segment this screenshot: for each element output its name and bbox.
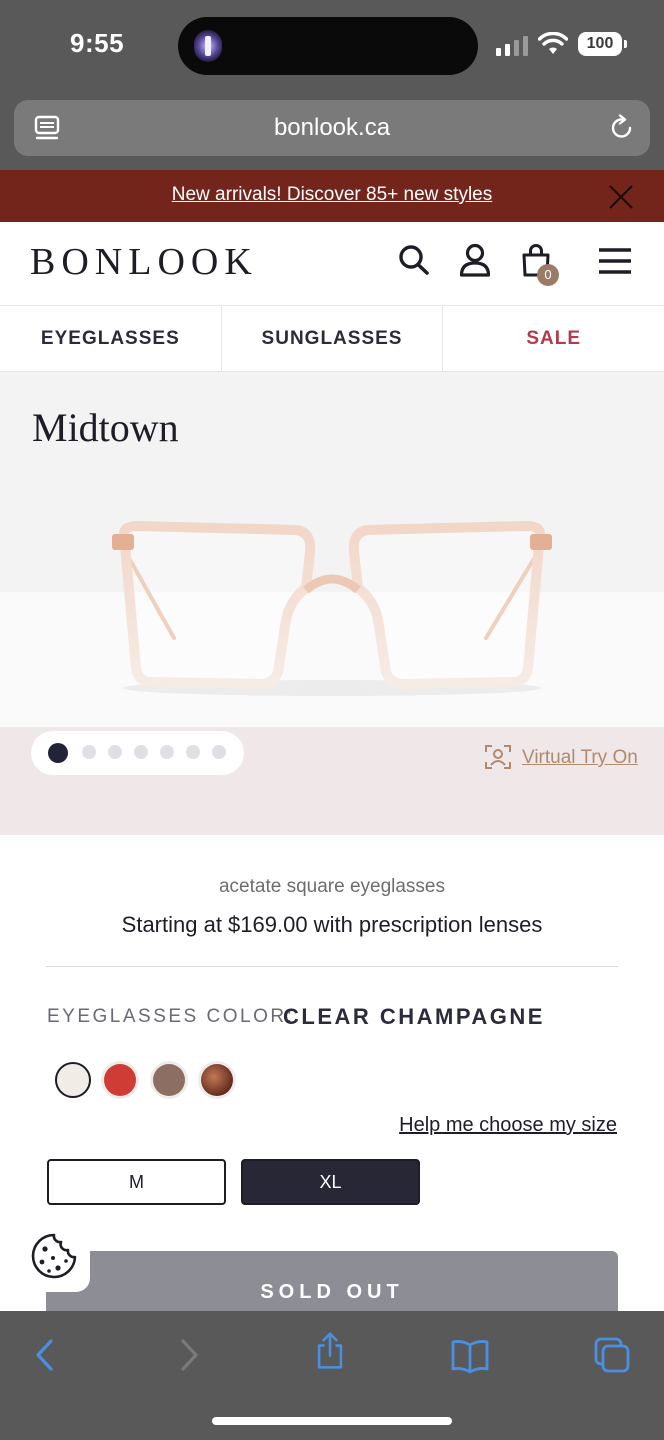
site-header: BONLOOK [0,222,664,306]
forward-icon[interactable] [168,1335,208,1375]
cart-count-badge: 0 [537,264,559,286]
divider [46,966,618,967]
promo-link[interactable]: New arrivals! Discover 85+ new styles [0,184,664,206]
face-scan-icon[interactable] [484,743,512,771]
swatch-red[interactable] [104,1064,136,1096]
product-hero: Midtown [0,372,664,727]
wifi-icon [538,32,568,54]
color-value: CLEAR CHAMPAGNE [283,1004,545,1029]
product-subtitle: acetate square eyeglasses [218,876,446,897]
brand-logo[interactable]: BONLOOK [30,240,258,284]
swatch-clear-champagne[interactable] [55,1062,91,1098]
category-nav: EYEGLASSES SUNGLASSES SALE [0,306,664,372]
carousel-dot[interactable] [48,743,68,763]
back-icon[interactable] [26,1335,66,1375]
dynamic-island [178,17,478,75]
status-bar: 9:55 100 [0,0,664,96]
cellular-signal-icon [496,34,528,56]
flashlight-icon [194,30,222,62]
url-text[interactable]: bonlook.ca [14,114,650,142]
carousel-bar: Virtual Try On [0,727,664,835]
swatch-taupe[interactable] [153,1064,185,1096]
carousel-dot[interactable] [160,745,174,759]
virtual-try-on-link[interactable]: Virtual Try On [522,747,638,769]
bookmarks-icon[interactable] [450,1335,490,1375]
carousel-dot[interactable] [212,745,226,759]
size-button-xl[interactable]: XL [241,1159,420,1205]
carousel-dot[interactable] [82,745,96,759]
carousel-dot[interactable] [134,745,148,759]
color-label: EYEGLASSES COLOR: [47,1006,295,1027]
swatch-tortoise[interactable] [201,1064,233,1096]
home-indicator [212,1417,452,1425]
search-icon[interactable] [396,242,430,278]
account-icon[interactable] [458,242,492,278]
address-bar[interactable]: bonlook.ca [14,100,650,156]
cookie-icon[interactable] [30,1232,78,1280]
reload-icon[interactable] [608,114,636,142]
product-price: Starting at $169.00 with prescription le… [121,912,543,937]
nav-sunglasses[interactable]: SUNGLASSES [221,306,444,371]
close-icon[interactable] [608,184,634,210]
carousel-dot[interactable] [108,745,122,759]
nav-eyeglasses[interactable]: EYEGLASSES [0,306,222,371]
menu-icon[interactable] [598,244,632,280]
sold-out-button[interactable]: SOLD OUT [46,1251,618,1313]
battery-icon: 100 [578,32,627,56]
product-title: Midtown [32,405,179,450]
tabs-icon[interactable] [592,1335,632,1375]
share-icon[interactable] [310,1331,350,1371]
size-help-link[interactable]: Help me choose my size [399,1114,617,1137]
size-button-m[interactable]: M [47,1159,226,1205]
carousel-dot[interactable] [186,745,200,759]
browser-toolbar [0,1311,664,1440]
nav-sale[interactable]: SALE [443,306,664,371]
browser-chrome: bonlook.ca [0,96,664,170]
promo-banner: New arrivals! Discover 85+ new styles [0,170,664,222]
product-image[interactable] [100,512,564,702]
carousel-pagination [31,731,244,775]
status-time: 9:55 [70,28,125,58]
